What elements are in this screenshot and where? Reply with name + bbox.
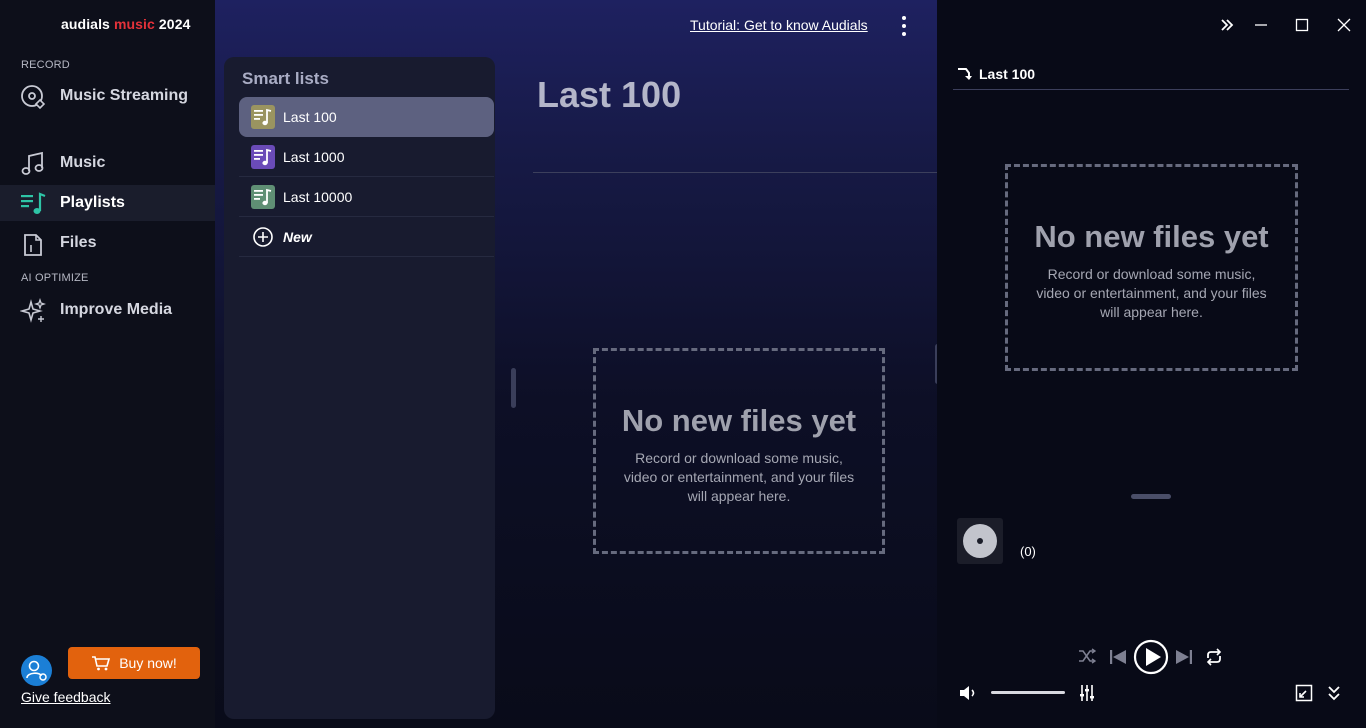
next-track-icon[interactable] (1175, 648, 1193, 666)
sidebar-item-label: Music (60, 154, 106, 171)
player-title-divider (953, 89, 1349, 90)
add-circle-icon (253, 227, 273, 247)
new-smart-list-button[interactable]: New (239, 217, 494, 257)
volume-icon[interactable] (959, 685, 977, 701)
playlist-icon (251, 105, 275, 129)
smart-list-item-last-100[interactable]: Last 100 (239, 97, 494, 137)
section-label-ai-optimize: AI OPTIMIZE (21, 272, 89, 284)
app-logo: audials music 2024 (61, 16, 190, 32)
player-panel-title: Last 100 (979, 66, 1036, 82)
buy-now-button[interactable]: Buy now! (68, 647, 200, 679)
page-title: Last 100 (537, 74, 682, 115)
player-panel: Last 100 No new files yet Record or down… (937, 0, 1366, 728)
sidebar: audials music 2024 RECORD Music Streamin… (0, 0, 215, 728)
playlist-icon (251, 185, 275, 209)
smart-list-label: Last 100 (283, 109, 337, 125)
sidebar-item-label: Music Streaming (60, 87, 189, 104)
new-smart-list-label: New (283, 229, 312, 245)
previous-track-icon[interactable] (1109, 648, 1127, 666)
expand-panel-icon[interactable] (1218, 16, 1236, 34)
disc-icon (963, 524, 997, 558)
player-empty-state: No new files yet Record or download some… (1005, 164, 1298, 371)
music-note-icon (21, 151, 44, 175)
sidebar-item-music-streaming[interactable]: Music Streaming (0, 78, 215, 114)
album-art (957, 518, 1003, 564)
empty-state-line: video or entertainment, and your files (1036, 285, 1267, 301)
empty-state-line: Record or download some music, (635, 450, 843, 466)
section-label-record: RECORD (21, 59, 70, 71)
cart-icon (92, 656, 111, 671)
files-icon (24, 234, 42, 256)
maximize-icon[interactable] (1293, 16, 1311, 34)
close-icon[interactable] (1335, 16, 1353, 34)
smart-list-label: Last 10000 (283, 189, 353, 205)
empty-state-line: will appear here. (1100, 304, 1203, 320)
streaming-icon (21, 85, 46, 110)
playlist-icon (21, 192, 46, 214)
volume-slider[interactable] (991, 691, 1065, 694)
sidebar-item-improve-media[interactable]: Improve Media (0, 292, 215, 328)
user-settings-icon (26, 660, 47, 681)
user-avatar[interactable] (21, 655, 52, 686)
more-menu-icon[interactable] (899, 14, 909, 38)
smart-list-label: Last 1000 (283, 149, 345, 165)
playlist-icon (251, 145, 275, 169)
logo-highlight: music (113, 16, 155, 32)
minimize-icon[interactable] (1252, 16, 1270, 34)
empty-state: No new files yet Record or download some… (593, 348, 885, 554)
empty-state-text: Record or download some music, video or … (1008, 265, 1295, 322)
logo-year: 2024 (158, 16, 191, 32)
empty-state-title: No new files yet (621, 403, 857, 438)
mini-player-icon[interactable] (1295, 684, 1313, 702)
empty-state-line: will appear here. (687, 488, 791, 504)
give-feedback-link[interactable]: Give feedback (21, 689, 111, 705)
track-count: (0) (1020, 544, 1036, 559)
smart-list-item-last-1000[interactable]: Last 1000 (239, 137, 494, 177)
shuffle-icon[interactable] (1078, 648, 1096, 664)
smart-lists-title: Smart lists (242, 69, 329, 88)
sidebar-item-label: Playlists (60, 194, 125, 211)
redirect-arrow-icon (958, 68, 972, 80)
empty-state-title: No new files yet (1034, 219, 1269, 254)
empty-state-line: Record or download some music, (1047, 266, 1256, 282)
title-divider (533, 172, 937, 173)
equalizer-icon[interactable] (1079, 684, 1095, 702)
play-icon[interactable] (1133, 639, 1169, 675)
main-area: Tutorial: Get to know Audials Smart list… (215, 0, 940, 728)
smart-list-item-last-10000[interactable]: Last 10000 (239, 177, 494, 217)
sidebar-item-files[interactable]: Files (0, 225, 215, 261)
panel-splitter[interactable] (511, 368, 516, 408)
resize-handle[interactable] (1131, 494, 1171, 499)
repeat-icon[interactable] (1205, 648, 1223, 666)
sidebar-item-label: Files (60, 234, 97, 251)
logo-prefix: audials (61, 16, 110, 32)
tutorial-link[interactable]: Tutorial: Get to know Audials (690, 17, 868, 33)
buy-now-label: Buy now! (119, 655, 177, 671)
empty-state-line: video or entertainment, and your files (623, 469, 855, 485)
empty-state-text: Record or download some music, video or … (596, 449, 882, 506)
smart-lists-panel: Smart lists Last 100 Last 1000 Last 1000… (224, 57, 495, 719)
sidebar-item-label: Improve Media (60, 301, 173, 318)
sidebar-item-playlists[interactable]: Playlists (0, 185, 215, 221)
sidebar-item-music[interactable]: Music (0, 145, 215, 181)
collapse-player-icon[interactable] (1327, 685, 1341, 701)
sparkle-icon (20, 298, 46, 323)
